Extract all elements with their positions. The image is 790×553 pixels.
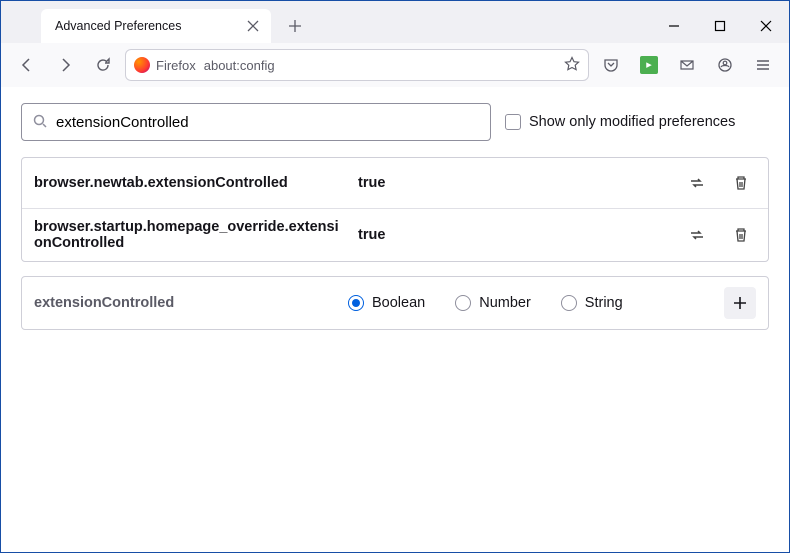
identity-label: Firefox [156, 58, 196, 73]
about-config-content: Show only modified preferences browser.n… [1, 87, 789, 346]
show-modified-checkbox[interactable]: Show only modified preferences [505, 114, 735, 130]
account-icon[interactable] [709, 49, 741, 81]
type-radios: Boolean Number String [348, 295, 710, 311]
url-text: about:config [204, 58, 275, 73]
pref-name: browser.newtab.extensionControlled [34, 175, 344, 191]
bookmark-star-icon[interactable] [564, 56, 580, 75]
forward-button[interactable] [49, 49, 81, 81]
extension-icon[interactable]: ▸ [633, 49, 665, 81]
pref-list: browser.newtab.extensionControlled true … [21, 157, 769, 262]
radio-boolean[interactable]: Boolean [348, 295, 425, 311]
delete-button[interactable] [726, 220, 756, 250]
checkbox-label: Show only modified preferences [529, 114, 735, 130]
reload-button[interactable] [87, 49, 119, 81]
radio-icon [455, 295, 471, 311]
close-window-button[interactable] [743, 5, 789, 47]
radio-icon [561, 295, 577, 311]
radio-string[interactable]: String [561, 295, 623, 311]
address-bar[interactable]: Firefox about:config [125, 49, 589, 81]
delete-button[interactable] [726, 168, 756, 198]
toggle-button[interactable] [682, 168, 712, 198]
pref-value: true [358, 227, 668, 243]
radio-icon [348, 295, 364, 311]
titlebar: Advanced Preferences [1, 1, 789, 43]
new-tab-button[interactable] [281, 12, 309, 40]
pref-search-box[interactable] [21, 103, 491, 141]
mail-icon[interactable] [671, 49, 703, 81]
checkbox-icon [505, 114, 521, 130]
window-controls [651, 5, 789, 47]
browser-tab[interactable]: Advanced Preferences [41, 9, 271, 43]
pocket-icon[interactable] [595, 49, 627, 81]
radio-number[interactable]: Number [455, 295, 531, 311]
add-pref-button[interactable] [724, 287, 756, 319]
pref-value: true [358, 175, 668, 191]
new-pref-box: extensionControlled Boolean Number Strin… [21, 276, 769, 330]
pref-name: browser.startup.homepage_override.extens… [34, 219, 344, 251]
identity-box[interactable]: Firefox [134, 57, 196, 73]
menu-icon[interactable] [747, 49, 779, 81]
pref-row[interactable]: browser.newtab.extensionControlled true [22, 158, 768, 209]
back-button[interactable] [11, 49, 43, 81]
pref-row[interactable]: browser.startup.homepage_override.extens… [22, 209, 768, 261]
search-row: Show only modified preferences [21, 103, 769, 141]
close-tab-icon[interactable] [245, 18, 261, 34]
tab-title: Advanced Preferences [55, 19, 181, 33]
toggle-button[interactable] [682, 220, 712, 250]
new-pref-name: extensionControlled [34, 295, 334, 311]
firefox-icon [134, 57, 150, 73]
search-icon [32, 113, 48, 132]
maximize-button[interactable] [697, 5, 743, 47]
search-input[interactable] [56, 114, 480, 131]
minimize-button[interactable] [651, 5, 697, 47]
nav-toolbar: Firefox about:config ▸ [1, 43, 789, 87]
